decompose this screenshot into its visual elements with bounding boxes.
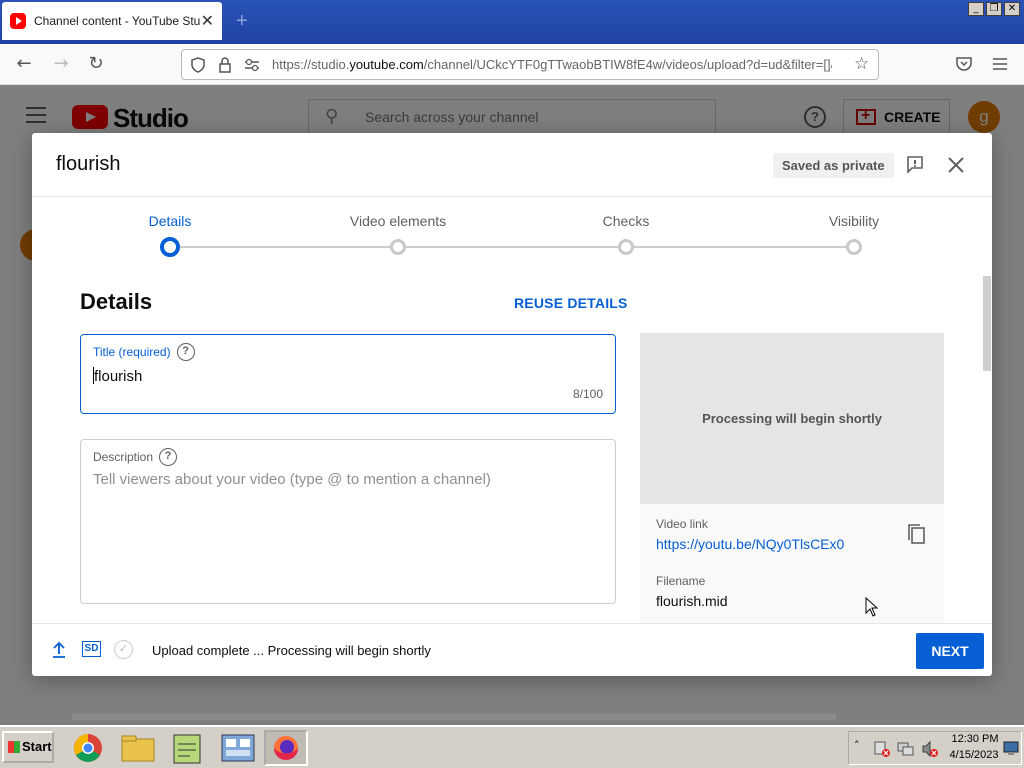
notepad-icon: [173, 734, 201, 764]
window-controls: _ ❐ ✕: [968, 2, 1020, 16]
title-label-text: Title (required): [93, 345, 171, 359]
title-field[interactable]: Title (required) ? flourish 8/100: [80, 334, 616, 414]
close-window-button[interactable]: ✕: [1004, 2, 1020, 16]
menu-icon[interactable]: [992, 57, 1008, 71]
video-link-label: Video link: [656, 517, 708, 531]
checks-status-icon: ✓: [114, 640, 133, 659]
details-content: Details REUSE DETAILS Title (required) ?…: [32, 267, 992, 623]
upload-stepper: Details Video elements Checks Visibility: [32, 197, 992, 267]
folder-icon: [121, 735, 155, 762]
url-text[interactable]: https://studio.youtube.com/channel/UCkcY…: [272, 57, 832, 72]
description-placeholder: Tell viewers about your video (type @ to…: [93, 471, 491, 488]
forward-arrow-icon[interactable]: →: [50, 53, 72, 75]
description-field[interactable]: Description ? Tell viewers about your vi…: [80, 439, 616, 604]
display-icon[interactable]: [1003, 740, 1019, 756]
copy-icon[interactable]: [906, 523, 926, 545]
control-panel-icon: [221, 734, 255, 762]
description-help-icon[interactable]: ?: [159, 448, 178, 466]
reuse-details-button[interactable]: REUSE DETAILS: [514, 295, 628, 311]
filename-label: Filename: [656, 574, 706, 588]
volume-muted-icon[interactable]: [921, 740, 939, 758]
back-arrow-icon[interactable]: ←: [13, 53, 35, 75]
stepper-track: [170, 246, 854, 248]
pocket-icon[interactable]: [955, 56, 973, 72]
taskbar-firefox[interactable]: [264, 730, 308, 766]
tray-expand-icon[interactable]: ˄: [854, 739, 860, 752]
url-domain: youtube.com: [349, 57, 424, 72]
saved-status-chip: Saved as private: [773, 153, 894, 178]
maximize-button[interactable]: ❐: [986, 2, 1002, 16]
firefox-icon: [274, 736, 298, 760]
browser-tab[interactable]: Channel content - YouTube Studio ✕: [2, 2, 222, 40]
dialog-footer: SD ✓ Upload complete ... Processing will…: [32, 623, 992, 676]
sd-quality-icon: SD: [82, 641, 101, 657]
dialog-header: flourish Saved as private: [32, 133, 992, 197]
lock-icon[interactable]: [218, 57, 232, 73]
windows-taskbar: Start ˄ 12:30 PM 4/15/2023: [0, 725, 1024, 768]
horizontal-scrollbar[interactable]: [72, 714, 836, 720]
title-field-label: Title (required) ?: [93, 343, 195, 361]
filename-value: flourish.mid: [656, 593, 728, 609]
step-details-dot[interactable]: [160, 237, 180, 257]
step-details[interactable]: Details: [90, 213, 250, 229]
taskbar-chrome[interactable]: [66, 730, 110, 766]
bookmark-star-icon[interactable]: ☆: [854, 54, 869, 74]
step-checks-dot[interactable]: [618, 239, 634, 255]
taskbar-control-panel[interactable]: [216, 730, 260, 766]
chrome-icon: [74, 734, 102, 762]
step-video-elements[interactable]: Video elements: [318, 213, 478, 229]
upload-dialog: flourish Saved as private Details Video …: [32, 133, 992, 676]
step-visibility[interactable]: Visibility: [774, 213, 934, 229]
minimize-button[interactable]: _: [968, 2, 984, 16]
next-button[interactable]: NEXT: [916, 633, 984, 669]
taskbar-editor[interactable]: [166, 730, 210, 766]
upload-status-text: Upload complete ... Processing will begi…: [152, 643, 431, 658]
tab-close-icon[interactable]: ✕: [201, 11, 214, 31]
title-char-count: 8/100: [572, 387, 603, 401]
details-heading: Details: [80, 289, 153, 314]
network-icon[interactable]: [897, 740, 915, 758]
close-icon[interactable]: [946, 155, 966, 175]
youtube-favicon-icon: [10, 13, 26, 29]
mouse-cursor-icon: [865, 597, 879, 617]
upload-icon: [53, 641, 65, 658]
network-error-icon[interactable]: [873, 740, 891, 758]
dialog-title: flourish: [56, 153, 121, 175]
browser-tab-strip: Channel content - YouTube Studio ✕ + _ ❐…: [0, 0, 1024, 44]
description-label-text: Description: [93, 450, 154, 464]
description-field-label: Description ?: [93, 448, 178, 466]
title-help-icon[interactable]: ?: [176, 343, 195, 361]
title-input[interactable]: flourish: [93, 367, 142, 385]
processing-text: Processing will begin shortly: [702, 411, 882, 426]
taskbar-explorer[interactable]: [116, 730, 160, 766]
shield-icon[interactable]: [190, 57, 206, 73]
video-preview-panel: Processing will begin shortly Video link…: [640, 333, 944, 623]
tab-title: Channel content - YouTube Studio: [34, 14, 201, 28]
clock-time: 12:30 PM: [951, 733, 999, 745]
video-link[interactable]: https://youtu.be/NQy0TlsCEx0: [656, 536, 844, 552]
url-prefix: https://studio.: [272, 57, 350, 72]
step-checks[interactable]: Checks: [546, 213, 706, 229]
permissions-icon[interactable]: [244, 58, 260, 72]
step-visibility-dot[interactable]: [846, 239, 862, 255]
clock-date: 4/15/2023: [949, 749, 999, 761]
new-tab-icon[interactable]: +: [236, 10, 248, 33]
step-video-elements-dot[interactable]: [390, 239, 406, 255]
title-value: flourish: [94, 368, 143, 385]
feedback-icon[interactable]: [906, 155, 924, 173]
url-path: /channel/UCkcYTF0gTTwaobBTIW8fE4w/videos…: [423, 57, 832, 72]
video-thumbnail: Processing will begin shortly: [640, 333, 944, 504]
dialog-scrollbar[interactable]: [983, 276, 991, 371]
url-bar[interactable]: https://studio.youtube.com/channel/UCkcY…: [181, 49, 879, 80]
start-button[interactable]: Start: [2, 731, 54, 763]
browser-nav-bar: ← → ↻ https://studio.youtube.com/channel…: [0, 44, 1024, 85]
reload-icon[interactable]: ↻: [85, 53, 107, 75]
